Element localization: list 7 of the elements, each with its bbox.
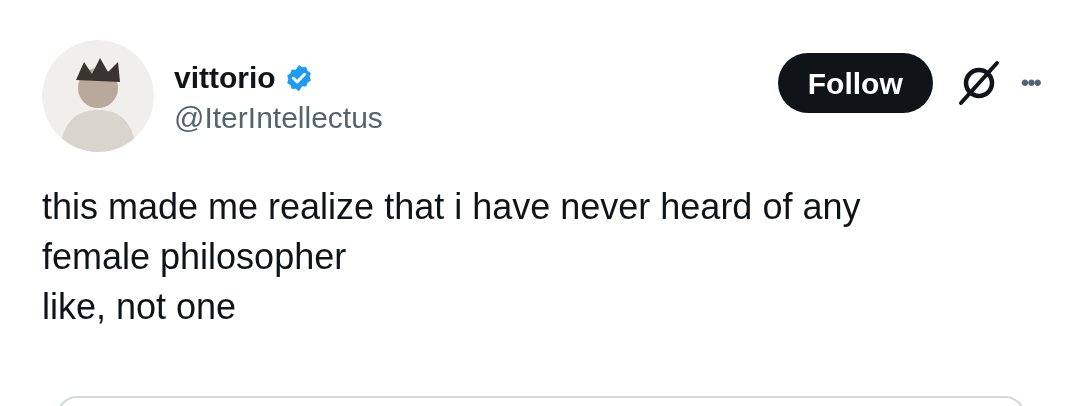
post-text: this made me realize that i have never heard of any female philosopher like, not one <box>41 185 862 329</box>
slashed-circle-icon[interactable] <box>956 59 1001 107</box>
follow-button[interactable]: Follow <box>777 53 933 113</box>
avatar[interactable] <box>42 40 154 152</box>
author-name[interactable]: vittorio <box>174 60 276 96</box>
more-menu[interactable]: ••• <box>1020 71 1040 95</box>
author-handle[interactable]: @IterIntellectus <box>174 100 383 136</box>
